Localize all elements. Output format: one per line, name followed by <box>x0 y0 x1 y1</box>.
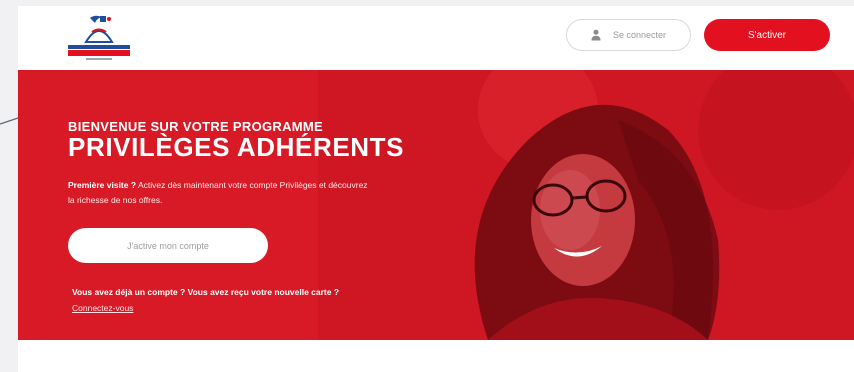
content-area <box>18 340 854 372</box>
hero-banner: BIENVENUE SUR VOTRE PROGRAMME PRIVILÈGES… <box>18 70 854 340</box>
header: Se connecter S'activer <box>18 6 854 70</box>
user-icon <box>591 29 601 41</box>
hero-intro-bold: Première visite ? <box>68 180 137 190</box>
activate-account-button[interactable]: J'active mon compte <box>68 228 268 263</box>
logo-icon[interactable] <box>62 12 136 64</box>
login-button[interactable]: Se connecter <box>566 19 691 51</box>
login-label: Se connecter <box>613 30 667 40</box>
hero-title: PRIVILÈGES ADHÉRENTS <box>68 132 405 162</box>
page: Se connecter S'activer BIENVENUE SUR VOT… <box>18 6 854 372</box>
hero-login-link[interactable]: Connectez-vous <box>72 303 133 313</box>
hero-intro: Première visite ? Activez dès maintenant… <box>68 178 368 208</box>
activate-button[interactable]: S'activer <box>704 19 830 51</box>
hero-login-prompt: Vous avez déjà un compte ? Vous avez reç… <box>72 284 372 316</box>
hero-login-question: Vous avez déjà un compte ? Vous avez reç… <box>72 287 340 297</box>
